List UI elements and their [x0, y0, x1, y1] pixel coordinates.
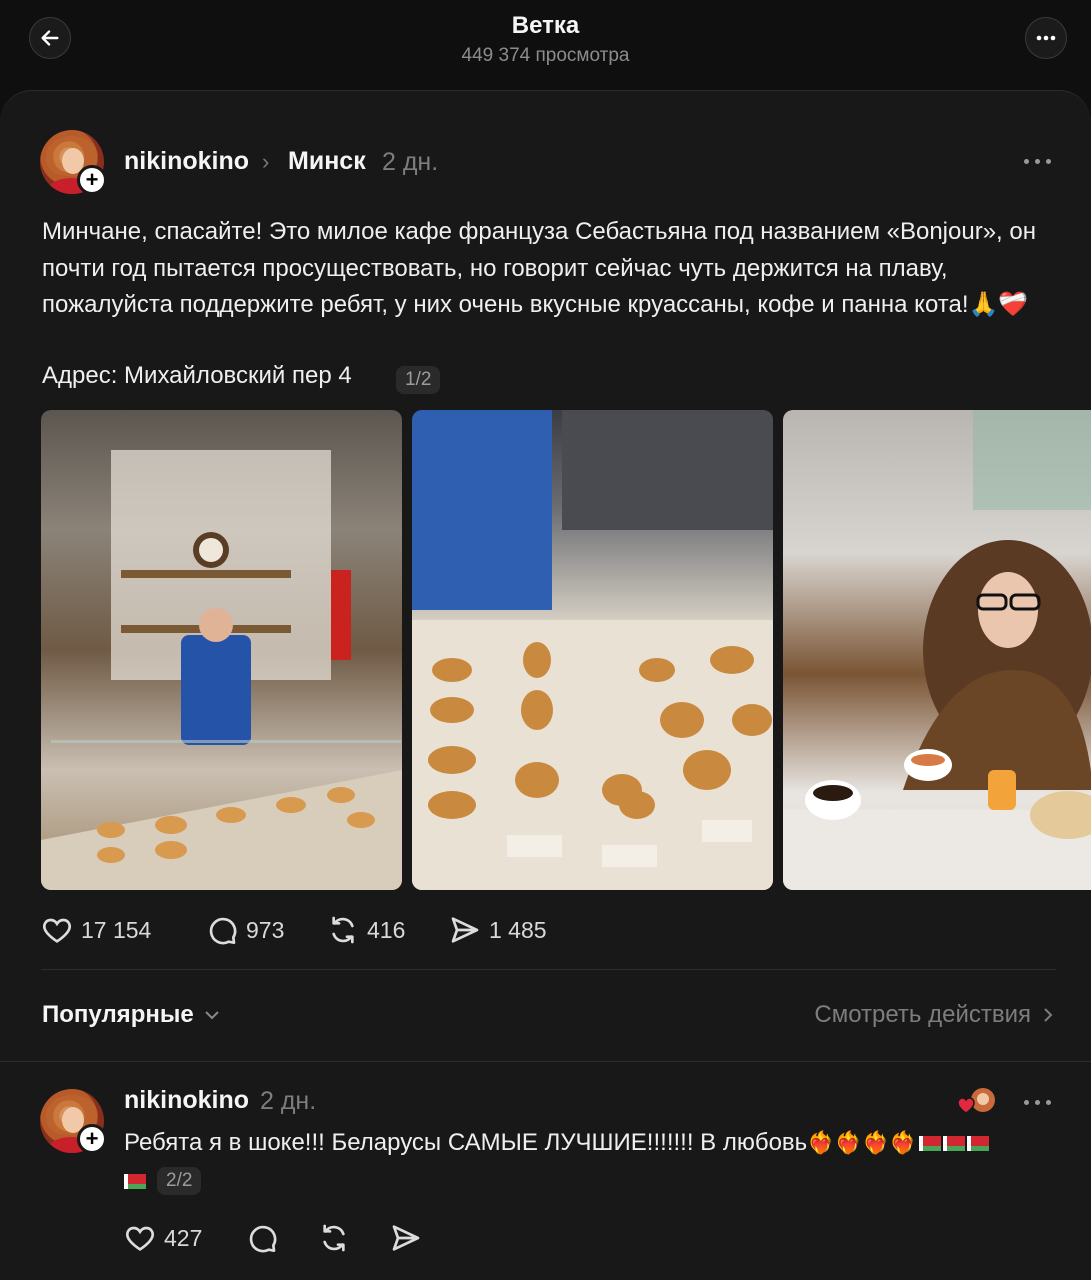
- post-photo-3[interactable]: [783, 410, 1091, 890]
- reply-like-button[interactable]: 427: [124, 1222, 246, 1254]
- repost-count: 416: [367, 916, 406, 943]
- divider: [0, 1061, 1091, 1062]
- repost-icon: [332, 916, 354, 944]
- reply-like-count: 427: [164, 1224, 203, 1251]
- cafe-owner-photo: [41, 450, 402, 890]
- reply-time: 2 дн.: [260, 1087, 317, 1115]
- reply-comment-button[interactable]: [246, 1222, 318, 1254]
- more-options-button[interactable]: [1025, 17, 1067, 59]
- reply-author[interactable]: nikinokino: [124, 1086, 249, 1115]
- post-topic[interactable]: Минск: [288, 147, 366, 176]
- belarus-flag-icon: [942, 1136, 965, 1151]
- post-photo-1[interactable]: [41, 410, 402, 890]
- post-more-icon[interactable]: [1024, 159, 1051, 164]
- belarus-flag-icon: [966, 1136, 989, 1151]
- woman-cafe-photo: [783, 410, 1091, 890]
- divider: [41, 969, 1056, 970]
- top-bar: Ветка 449 374 просмотра: [0, 0, 1091, 90]
- post-text: Минчане, спасайте! Это милое кафе францу…: [42, 218, 1036, 318]
- reply-text: Ребята я в шоке!!! Беларусы САМЫЕ ЛУЧШИЕ…: [124, 1129, 808, 1156]
- post-photo-2[interactable]: [412, 410, 773, 890]
- comment-button[interactable]: 973: [206, 914, 327, 946]
- like-count: 17 154: [81, 916, 152, 943]
- comment-bubble-icon: [249, 1225, 277, 1253]
- sort-label: Популярные: [42, 1001, 194, 1028]
- post-time: 2 дн.: [382, 148, 439, 176]
- reply-counter-badge: 2/2: [157, 1167, 202, 1195]
- page-title: Ветка: [511, 12, 580, 39]
- share-count: 1 485: [489, 916, 547, 943]
- share-button[interactable]: 1 485: [449, 914, 547, 946]
- post-author[interactable]: nikinokino: [124, 147, 249, 176]
- belarus-flag-icon: [918, 1136, 941, 1151]
- view-actions-link[interactable]: Смотреть действия: [814, 1001, 1053, 1029]
- follow-plus-icon[interactable]: +: [77, 1124, 107, 1154]
- view-actions-label: Смотреть действия: [814, 1001, 1031, 1028]
- repost-icon: [323, 1224, 345, 1252]
- belarus-flag-icon: [124, 1174, 146, 1189]
- chevron-right-icon: ›: [262, 149, 270, 174]
- reply-repost-button[interactable]: [318, 1222, 390, 1254]
- post-actions: 17 154 973 416 1 485: [41, 914, 547, 946]
- chevron-down-icon: [204, 1011, 219, 1020]
- post-address: Адрес: Михайловский пер 4: [42, 362, 352, 389]
- heart-icon: [43, 918, 71, 943]
- liked-by-author-icon: [957, 1087, 997, 1117]
- more-horizontal-icon: [1036, 35, 1056, 41]
- like-button[interactable]: 17 154: [41, 914, 206, 946]
- comment-bubble-icon: [209, 917, 237, 945]
- chevron-right-icon: [1044, 1008, 1053, 1022]
- send-icon: [451, 917, 479, 943]
- pastry-display-photo: [412, 410, 773, 890]
- comment-count: 973: [246, 916, 285, 943]
- heart-fire-emoji-icon: ❤️‍🔥❤️‍🔥❤️‍🔥❤️‍🔥: [807, 1130, 917, 1155]
- view-count: 449 374 просмотра: [461, 45, 630, 66]
- reply-text-block: Ребята я в шоке!!! Беларусы САМЫЕ ЛУЧШИЕ…: [124, 1124, 1054, 1200]
- post-counter-badge: 1/2: [396, 366, 441, 394]
- reply-share-button[interactable]: [390, 1222, 422, 1254]
- send-icon: [392, 1225, 420, 1251]
- sort-dropdown[interactable]: Популярные: [42, 1001, 220, 1029]
- reply-more-icon[interactable]: [1024, 1100, 1051, 1105]
- reply-actions: 427: [124, 1222, 422, 1254]
- heart-icon: [126, 1226, 154, 1251]
- follow-plus-icon[interactable]: +: [77, 165, 107, 195]
- repost-button[interactable]: 416: [327, 914, 449, 946]
